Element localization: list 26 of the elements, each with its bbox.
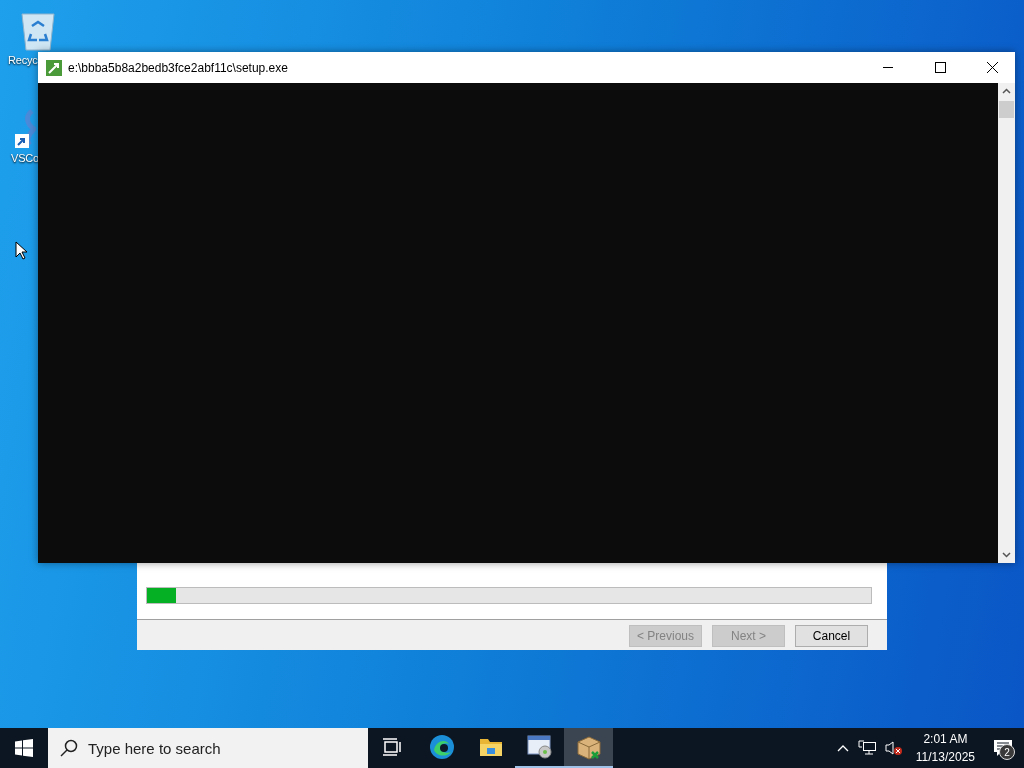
- search-icon: [60, 739, 78, 757]
- windows-logo-icon[interactable]: [15, 739, 33, 757]
- window-app-icon[interactable]: [526, 735, 553, 759]
- muted-speaker-icon[interactable]: [884, 740, 903, 756]
- wizard-button[interactable]: Cancel: [795, 625, 868, 647]
- network-icon[interactable]: [857, 740, 876, 756]
- browser-icon[interactable]: [428, 734, 455, 760]
- close-icon[interactable]: [986, 62, 998, 73]
- search-field[interactable]: Type here to search: [48, 728, 368, 768]
- desktop-icon-label[interactable]: Recyc: [8, 54, 38, 66]
- notification-count: 2: [999, 744, 1015, 760]
- app-icon: [46, 59, 62, 76]
- folder-icon[interactable]: [478, 737, 503, 757]
- clock[interactable]: 2:01 AM 11/13/2025: [911, 730, 979, 766]
- window-title: e:\bbba5b8a2bedb3fce2abf11c\setup.exe: [68, 60, 288, 75]
- package-icon[interactable]: [575, 734, 602, 760]
- chevron-down-icon[interactable]: [1002, 552, 1011, 558]
- scrollbar[interactable]: [998, 83, 1015, 563]
- maximize-icon[interactable]: [934, 62, 946, 73]
- chevron-up-icon[interactable]: [1002, 88, 1011, 94]
- shortcut-icon: [14, 108, 36, 150]
- mouse-cursor-icon: [15, 241, 27, 260]
- scroll-thumb[interactable]: [999, 101, 1014, 118]
- notifications-button[interactable]: 2: [988, 733, 1018, 763]
- desktop-icon-label[interactable]: VSCo: [11, 152, 39, 164]
- task-view-icon[interactable]: [382, 738, 403, 756]
